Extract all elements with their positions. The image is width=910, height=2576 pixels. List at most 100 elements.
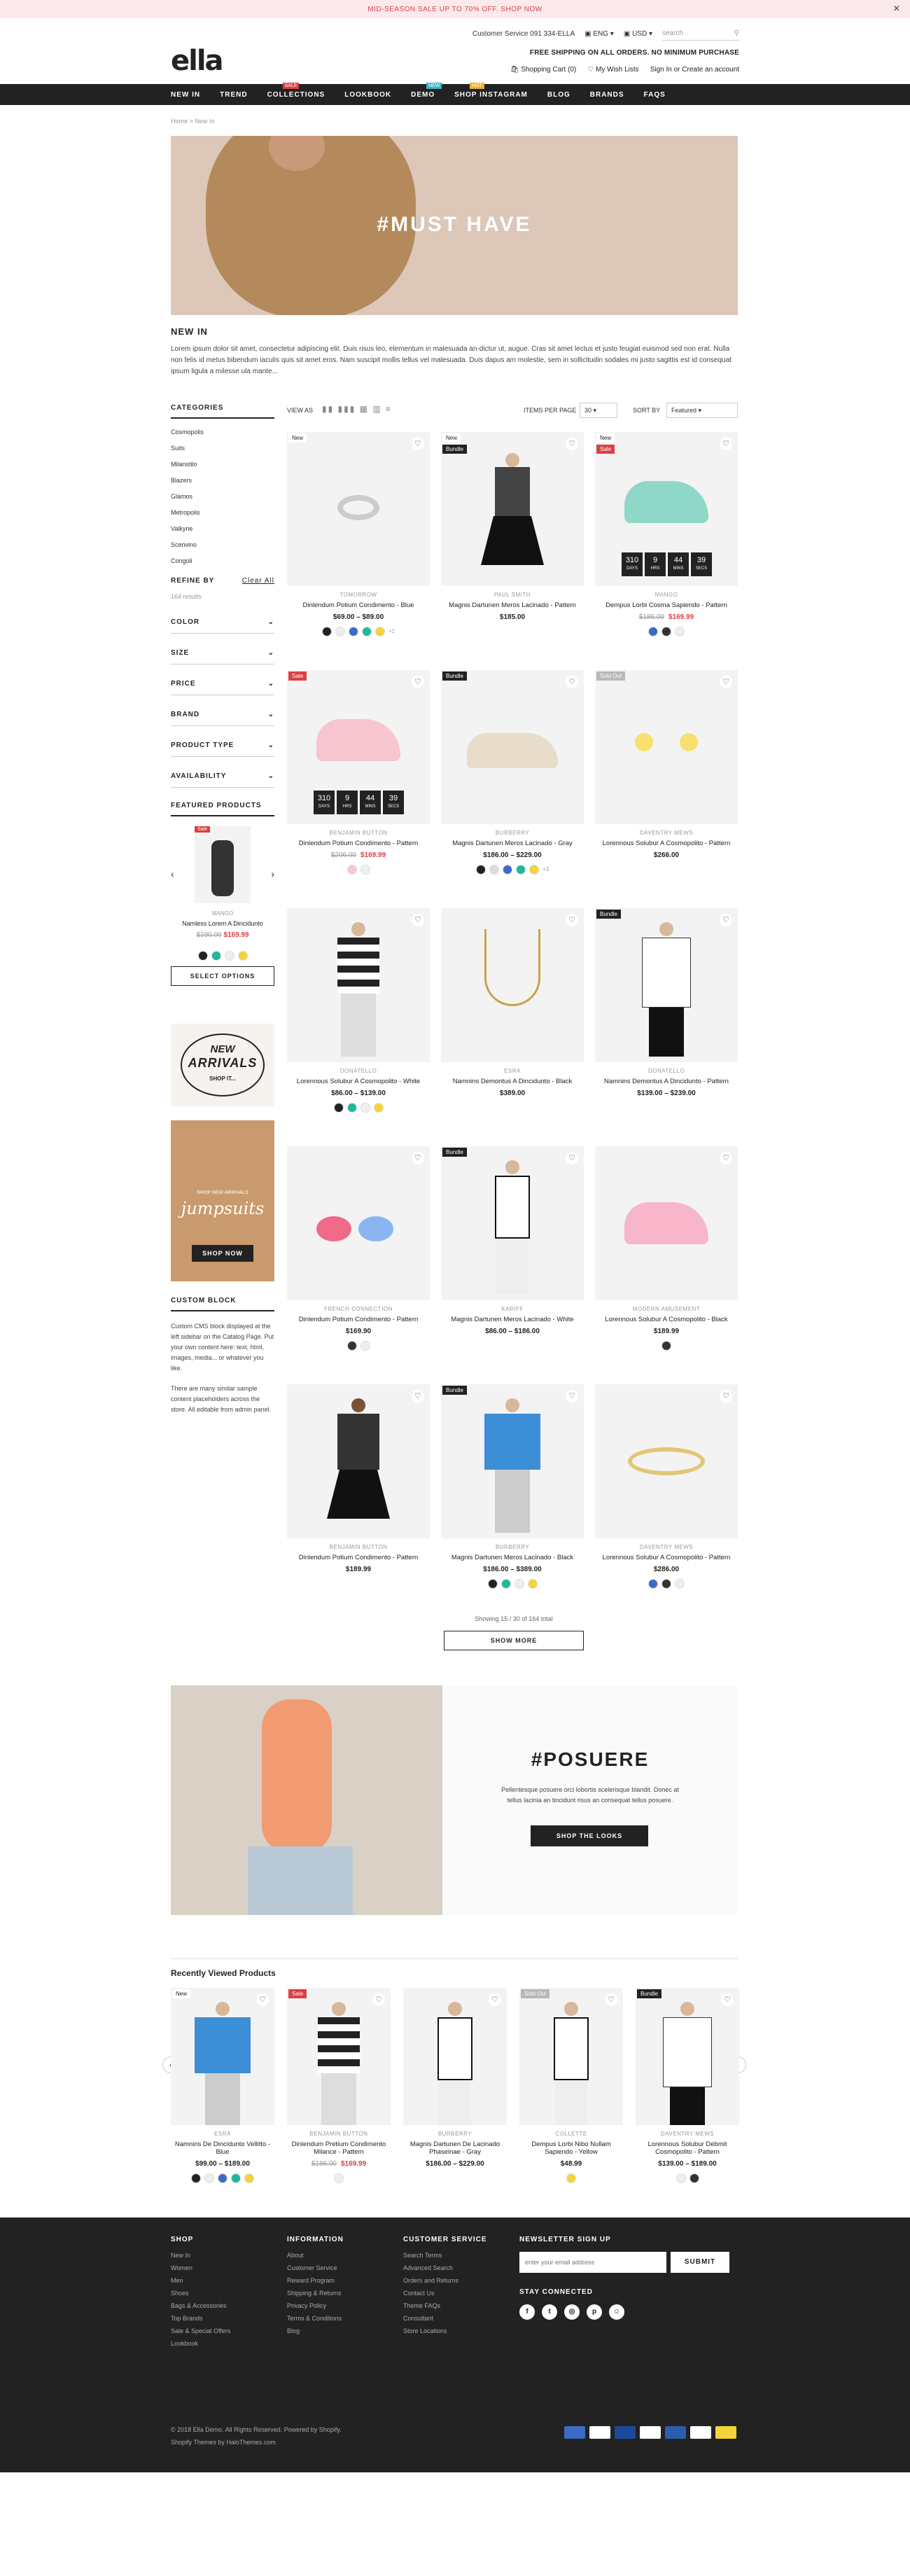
color-swatches[interactable]	[519, 2173, 623, 2183]
product-name[interactable]: Lorennous Solubur A Cosmopolito - Patter…	[595, 840, 738, 847]
snapchat-icon[interactable]: ☺	[609, 2304, 624, 2320]
product-name[interactable]: Namnins De Dincidunto Vellitto - Blue	[171, 2140, 274, 2156]
product-image[interactable]: ♡	[595, 1146, 738, 1300]
product-image[interactable]: Bundle ♡	[441, 1384, 584, 1538]
color-swatch[interactable]	[662, 1579, 671, 1589]
product-name[interactable]: Lorennous Solubur A Cosmopolito - Black	[595, 1316, 738, 1323]
nav-item[interactable]: LOOKBOOK	[344, 91, 391, 99]
color-swatch[interactable]	[191, 2173, 201, 2183]
product-image[interactable]: New ♡	[287, 432, 430, 586]
per-page-select[interactable]: 30 ▾	[580, 403, 617, 418]
product-image[interactable]: Sold Out ♡	[519, 1988, 623, 2125]
view-grid-icons[interactable]: ▮▮ ▮▮▮ ▦ ▥ ≡	[322, 404, 392, 414]
heart-icon[interactable]: ♡	[412, 1152, 424, 1164]
signin-link[interactable]: Sign In or Create an account	[650, 66, 739, 74]
nav-item[interactable]: SHOP INSTAGRAM HOT	[454, 82, 528, 99]
color-swatch[interactable]	[374, 627, 385, 636]
heart-icon[interactable]: ♡	[720, 438, 732, 450]
heart-icon[interactable]: ♡	[566, 914, 578, 926]
recent-product-card[interactable]: Bundle ♡ DAVENTRY MEWS Lorennous Solubur De…	[636, 1988, 739, 2183]
color-swatch[interactable]	[244, 2173, 254, 2183]
heart-icon[interactable]: ♡	[605, 1993, 617, 2006]
heart-icon[interactable]: ♡	[412, 1390, 424, 1402]
footer-link[interactable]: Consultant	[403, 2315, 487, 2322]
color-swatch[interactable]	[218, 2173, 227, 2183]
color-swatches[interactable]	[441, 1579, 584, 1589]
product-card[interactable]: ♡ BENJAMIN BUTTON Dinlendum Potium Condime…	[287, 1384, 430, 1579]
product-name[interactable]: Dempus Lorbi Nibo Nullam Sapiendo - Yell…	[519, 2140, 623, 2156]
color-swatch[interactable]	[373, 1103, 384, 1113]
twitter-icon[interactable]: t	[542, 2304, 557, 2320]
color-swatch[interactable]	[348, 627, 358, 636]
footer-link[interactable]: Shipping & Returns	[287, 2290, 344, 2297]
category-link[interactable]: Glamos	[171, 493, 274, 500]
product-card[interactable]: Sale ♡ 310 DAYS 9 HRS 44 MINS 39 SECS BENJAMIN BUT…	[287, 670, 430, 875]
filter-toggle[interactable]: COLOR ⌄	[171, 611, 274, 634]
product-card[interactable]: ♡ DONATELLO Lorennous Solubur A Cosmopolit…	[287, 908, 430, 1113]
color-swatches[interactable]	[287, 1103, 430, 1113]
facebook-icon[interactable]: f	[519, 2304, 535, 2320]
product-image[interactable]: ♡	[287, 1146, 430, 1300]
product-name[interactable]: Dinlendum Potium Condimento - Pattern	[287, 840, 430, 847]
heart-icon[interactable]: ♡	[489, 1993, 501, 2006]
category-link[interactable]: Valkyrie	[171, 525, 274, 532]
product-card[interactable]: New Sale ♡ 310 DAYS 9 HRS 44 MINS 39 SECS MANGO Demp…	[595, 432, 738, 636]
color-swatch[interactable]	[662, 627, 671, 636]
hero-banner[interactable]: #MUST HAVE	[171, 136, 738, 315]
nav-item[interactable]: COLLECTIONS SALE	[267, 82, 326, 99]
product-image[interactable]: Sold Out ♡	[595, 670, 738, 824]
category-link[interactable]: Suits	[171, 445, 274, 452]
color-swatch[interactable]	[528, 865, 539, 875]
featured-name[interactable]: Namless Lorem A Dincidunto	[171, 920, 274, 927]
category-link[interactable]: Blazers	[171, 477, 274, 484]
product-card[interactable]: ♡ MODERN AMUSEMENT Lorennous Solubur A Cos…	[595, 1146, 738, 1351]
product-card[interactable]: ♡ FRENCH CONNECTION Dinlendum Potium Condi…	[287, 1146, 430, 1351]
footer-link[interactable]: Privacy Policy	[287, 2302, 344, 2309]
product-image[interactable]: ♡	[441, 908, 584, 1062]
chevron-right-icon[interactable]: ›	[271, 868, 274, 879]
nav-item[interactable]: TREND	[220, 91, 247, 99]
color-swatch[interactable]	[566, 2173, 576, 2183]
nav-item[interactable]: NEW IN	[171, 91, 200, 99]
product-name[interactable]: Dinlendum Potium Condimento - Pattern	[287, 1316, 430, 1323]
footer-link[interactable]: Sale & Special Offers	[171, 2327, 230, 2334]
heart-icon[interactable]: ♡	[720, 1390, 732, 1402]
lookbook-image[interactable]	[171, 1685, 442, 1915]
color-swatch[interactable]	[204, 2173, 214, 2183]
color-swatches[interactable]: +1	[287, 627, 430, 636]
heart-icon[interactable]: ♡	[720, 914, 732, 926]
credits[interactable]: Shopify Themes by HaloThemes.com	[171, 2439, 276, 2446]
product-name[interactable]: Lorennous Solubur Debmit Cosmopolito - P…	[636, 2140, 739, 2156]
category-link[interactable]: Scenvino	[171, 541, 274, 548]
heart-icon[interactable]: ♡	[566, 438, 578, 450]
color-swatches[interactable]	[287, 1341, 430, 1351]
product-image[interactable]: Bundle ♡	[595, 908, 738, 1062]
product-card[interactable]: New ♡ TOMORROW Dinlendum Potium Condimento …	[287, 432, 430, 636]
product-card[interactable]: Bundle ♡ BURBERRY Magnis Dartunen Meros Lac…	[441, 670, 584, 875]
promo-bar[interactable]: MID-SEASON SALE UP TO 70% OFF. SHOP NOW …	[0, 0, 910, 18]
clear-all-link[interactable]: Clear All	[242, 577, 274, 585]
product-image[interactable]: ♡	[403, 1988, 507, 2125]
footer-link[interactable]: Lookbook	[171, 2340, 230, 2347]
filter-toggle[interactable]: AVAILABILITY ⌄	[171, 765, 274, 788]
heart-icon[interactable]: ♡	[566, 1152, 578, 1164]
color-swatch[interactable]	[346, 1103, 357, 1113]
featured-swatches[interactable]	[171, 951, 274, 961]
new-arrivals-banner[interactable]: NEW ARRIVALS SHOP IT...	[171, 1024, 274, 1106]
color-swatch[interactable]	[675, 627, 685, 636]
filter-toggle[interactable]: SIZE ⌄	[171, 642, 274, 664]
product-card[interactable]: ♡ DAVENTRY MEWS Lorennous Solubur A Cosmop…	[595, 1384, 738, 1589]
shop-now-button[interactable]: SHOP NOW	[192, 1245, 253, 1262]
heart-icon[interactable]: ♡	[721, 1993, 734, 2006]
recent-product-card[interactable]: New ♡ ESRA Namnins De Dincidunto Vellitto -…	[171, 1988, 274, 2183]
heart-icon[interactable]: ♡	[720, 1152, 732, 1164]
color-swatch[interactable]	[346, 1341, 357, 1351]
recent-product-card[interactable]: ♡ BURBERRY Magnis Dartunen De Lacinado Pha…	[403, 1988, 507, 2173]
product-image[interactable]: Bundle ♡	[441, 670, 584, 824]
footer-link[interactable]: Search Terms	[403, 2252, 487, 2259]
shop-looks-button[interactable]: SHOP THE LOOKS	[531, 1825, 648, 1846]
pinterest-icon[interactable]: p	[587, 2304, 602, 2320]
footer-link[interactable]: Customer Service	[287, 2264, 344, 2271]
heart-icon[interactable]: ♡	[412, 438, 424, 450]
cart-link[interactable]: 🛍 Shopping Cart (0)	[510, 66, 576, 74]
